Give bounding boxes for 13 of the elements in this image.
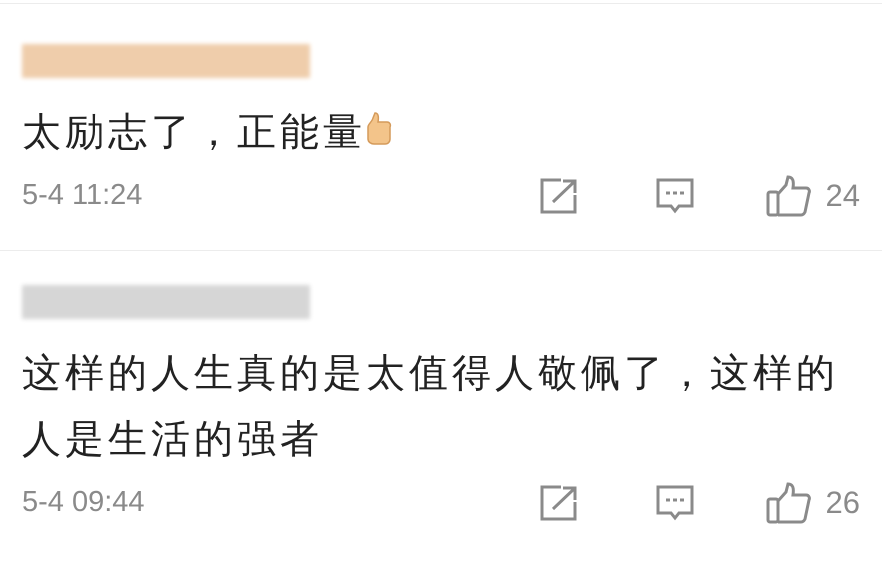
comment-icon[interactable] bbox=[654, 483, 696, 523]
like-count: 26 bbox=[826, 484, 860, 522]
share-icon[interactable] bbox=[538, 177, 579, 215]
comment-text: 这样的人生真的是太值得人敬佩了，这样的人是生活的强者 bbox=[22, 352, 839, 461]
comment-icon[interactable] bbox=[654, 176, 696, 216]
thumbs-up-icon[interactable] bbox=[766, 482, 812, 524]
comment-time: 5-4 11:24 bbox=[22, 178, 144, 214]
comment-text: 太励志了，正能量 bbox=[22, 111, 366, 154]
share-icon[interactable] bbox=[538, 484, 579, 522]
comment-time: 5-4 09:44 bbox=[22, 485, 146, 520]
thumbs-up-icon[interactable] bbox=[766, 175, 812, 217]
thumbs-up-icon bbox=[366, 111, 392, 145]
like-count: 24 bbox=[826, 176, 860, 215]
